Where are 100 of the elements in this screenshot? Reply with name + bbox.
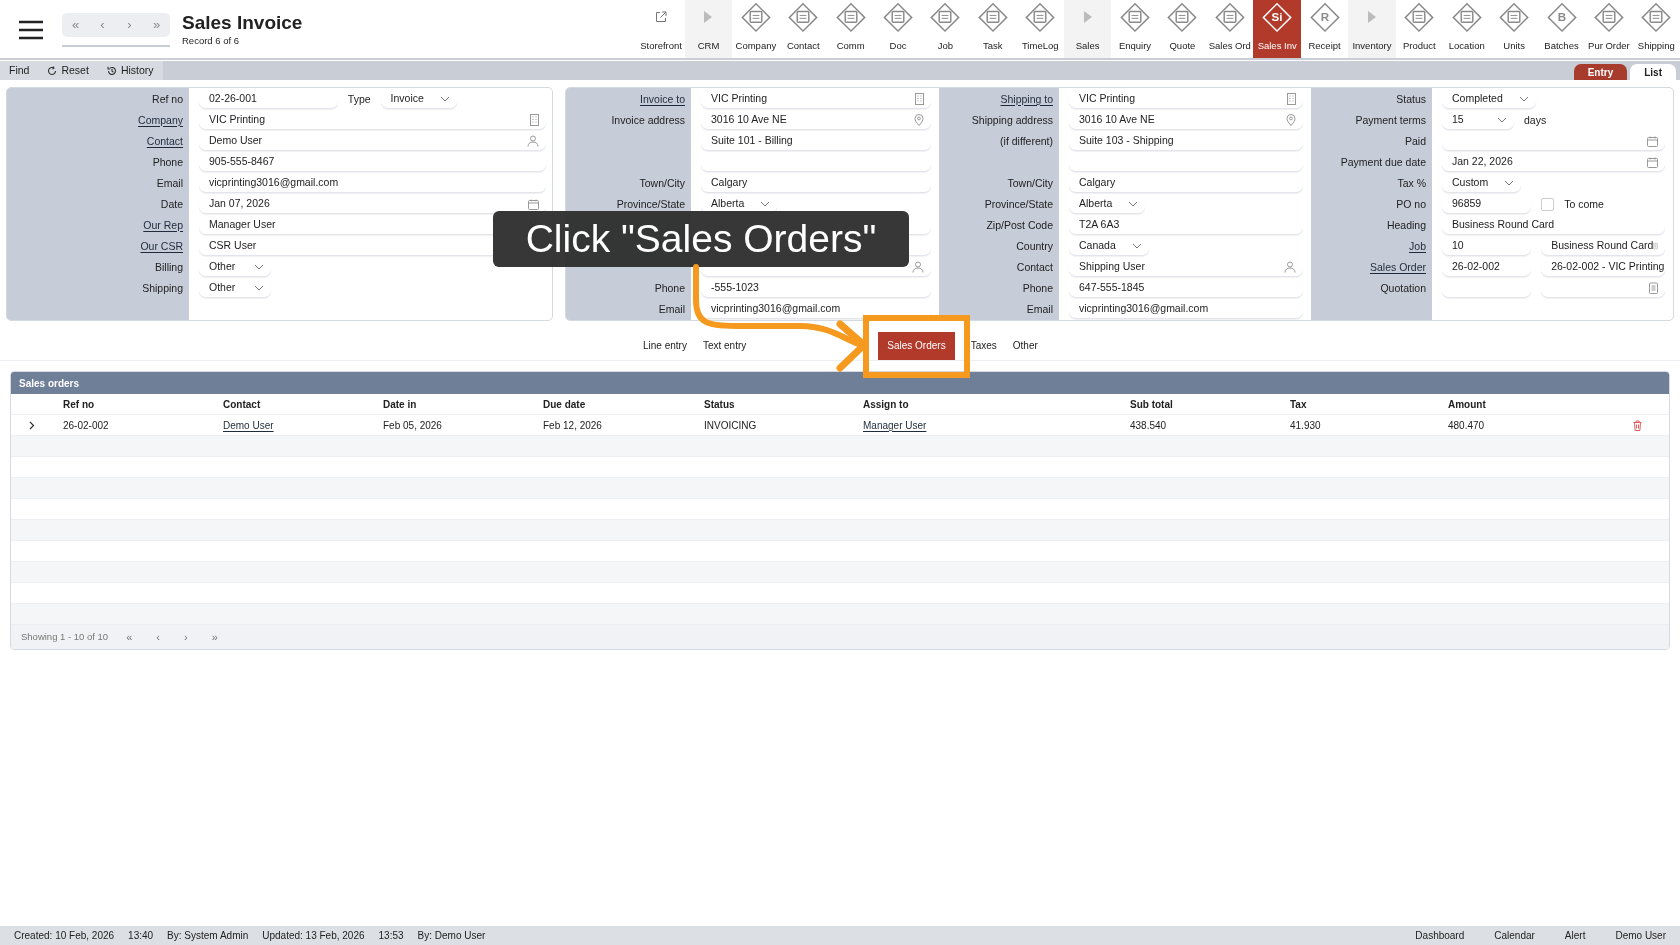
cell-link[interactable]: Manager User: [863, 419, 927, 431]
text-field[interactable]: 96859: [1442, 195, 1532, 214]
text-field[interactable]: vicprinting3016@gmail.com: [1069, 300, 1303, 319]
field-label: Invoice address: [611, 112, 685, 128]
footer-link[interactable]: Dashboard: [1415, 928, 1465, 943]
field-link[interactable]: Our CSR: [140, 238, 183, 255]
reset-button[interactable]: Reset: [38, 61, 98, 80]
module-button[interactable]: Pur Order: [1585, 0, 1633, 58]
module-button[interactable]: Storefront: [637, 0, 685, 58]
module-button[interactable]: Quote: [1158, 0, 1207, 58]
module-button[interactable]: Units: [1490, 0, 1538, 58]
section-toggle[interactable]: CRM: [684, 0, 733, 58]
field-label: Shipping address: [971, 112, 1053, 128]
history-button[interactable]: History: [97, 61, 163, 80]
dropdown[interactable]: Alberta: [1069, 195, 1146, 214]
field-link[interactable]: Invoice to: [640, 91, 685, 108]
module-button[interactable]: Task: [969, 0, 1017, 58]
field-link[interactable]: Company: [138, 112, 183, 129]
field-label: Payment terms: [1355, 112, 1426, 128]
view-tab[interactable]: Entry: [1573, 64, 1628, 80]
dropdown[interactable]: 15: [1442, 111, 1514, 130]
menu-icon[interactable]: [18, 20, 44, 40]
lookup-field[interactable]: VIC Printing: [1069, 90, 1303, 109]
module-button[interactable]: Doc: [874, 0, 922, 58]
text-field[interactable]: 10: [1442, 237, 1532, 256]
page-nav-button[interactable]: ‹: [152, 628, 164, 646]
reference-field[interactable]: 26-02-002 - VIC Printing: [1541, 258, 1665, 277]
date-field[interactable]: Jan 22, 2026: [1442, 153, 1665, 172]
chevron-down-icon: [1518, 96, 1529, 102]
chevron-down-icon: [1128, 201, 1139, 207]
lookup-field[interactable]: VIC Printing: [701, 90, 931, 109]
tab[interactable]: Text entry: [702, 331, 747, 360]
person-field[interactable]: Demo User: [199, 132, 546, 151]
tab[interactable]: Sales Orders: [878, 331, 955, 360]
field-label: Country: [1016, 238, 1053, 254]
address-field[interactable]: 3016 10 Ave NE: [1069, 111, 1303, 130]
section-toggle[interactable]: Sales: [1063, 0, 1112, 58]
address-field[interactable]: 3016 10 Ave NE: [701, 111, 931, 130]
dropdown[interactable]: Completed: [1442, 90, 1536, 109]
view-tab[interactable]: List: [1630, 64, 1676, 80]
dropdown[interactable]: Other: [199, 258, 271, 277]
tab[interactable]: Line entry: [643, 331, 687, 360]
module-button[interactable]: Sales Ord: [1206, 0, 1254, 58]
module-button[interactable]: Company: [732, 0, 780, 58]
text-field[interactable]: 905-555-8467: [199, 153, 546, 172]
record-counter: Record 6 of 6: [182, 34, 241, 48]
person-field[interactable]: Shipping User: [1069, 258, 1303, 277]
expand-chevron-icon[interactable]: [29, 421, 35, 431]
chevron-down-icon: [1504, 180, 1515, 186]
text-field[interactable]: Suite 101 - Billing: [701, 132, 931, 151]
column-header: Sub total: [1129, 397, 1174, 412]
text-field[interactable]: Suite 103 - Shipping: [1069, 132, 1303, 151]
page-nav-button[interactable]: ›: [179, 628, 192, 646]
dropdown[interactable]: Invoice: [380, 90, 457, 109]
dropdown[interactable]: Canada: [1069, 237, 1149, 256]
field-label: Zip/Post Code: [986, 217, 1053, 233]
field-link[interactable]: Contact: [146, 133, 183, 150]
field-link[interactable]: Job: [1409, 238, 1426, 255]
module-button[interactable]: R Receipt: [1300, 0, 1349, 58]
field-link[interactable]: Shipping to: [1000, 91, 1053, 108]
text-field[interactable]: T2A 6A3: [1069, 216, 1303, 235]
reference-field[interactable]: Business Round Card: [1541, 237, 1665, 256]
field-link[interactable]: Sales Order: [1369, 259, 1426, 276]
text-field[interactable]: Calgary: [1069, 174, 1303, 193]
page-nav-button[interactable]: «: [122, 628, 137, 646]
lookup-field[interactable]: VIC Printing: [199, 111, 546, 130]
text-field[interactable]: Business Round Card: [1442, 216, 1665, 235]
module-button[interactable]: Job: [921, 0, 970, 58]
module-button[interactable]: Enquiry: [1111, 0, 1159, 58]
module-button[interactable]: Shipping: [1632, 0, 1680, 58]
module-button[interactable]: Location: [1443, 0, 1491, 58]
page-nav-button[interactable]: »: [207, 628, 222, 646]
date-field[interactable]: Jan 07, 2026: [199, 195, 546, 214]
cell-link[interactable]: Demo User: [223, 419, 274, 431]
footer-link[interactable]: Demo User: [1615, 928, 1666, 943]
tab[interactable]: Taxes: [970, 331, 997, 360]
text-field[interactable]: Calgary: [701, 174, 931, 193]
dropdown[interactable]: Other: [199, 279, 271, 298]
audit-info: 13:40: [128, 929, 154, 943]
text-field[interactable]: 26-02-002: [1442, 258, 1532, 277]
tab[interactable]: Other: [1012, 331, 1038, 360]
checkbox[interactable]: [1541, 198, 1555, 211]
text-field[interactable]: 647-555-1845: [1069, 279, 1303, 298]
text-field[interactable]: vicprinting3016@gmail.com: [701, 300, 931, 319]
module-button[interactable]: TimeLog: [1016, 0, 1064, 58]
text-field[interactable]: 02-26-001: [199, 90, 338, 109]
module-button[interactable]: Contact: [779, 0, 827, 58]
text-field[interactable]: -555-1023: [701, 279, 931, 298]
module-button[interactable]: Comm: [826, 0, 875, 58]
dropdown[interactable]: Custom: [1442, 174, 1522, 193]
find-button[interactable]: Find: [0, 61, 39, 80]
module-button[interactable]: B Batches: [1537, 0, 1586, 58]
field-link[interactable]: Our Rep: [143, 217, 183, 234]
module-button[interactable]: Product: [1395, 0, 1444, 58]
trash-icon[interactable]: [1633, 420, 1642, 432]
module-button[interactable]: Si Sales Inv: [1253, 0, 1301, 58]
footer-link[interactable]: Calendar: [1494, 928, 1535, 943]
footer-link[interactable]: Alert: [1564, 928, 1586, 943]
section-toggle[interactable]: Inventory: [1348, 0, 1396, 58]
text-field[interactable]: vicprinting3016@gmail.com: [199, 174, 546, 193]
